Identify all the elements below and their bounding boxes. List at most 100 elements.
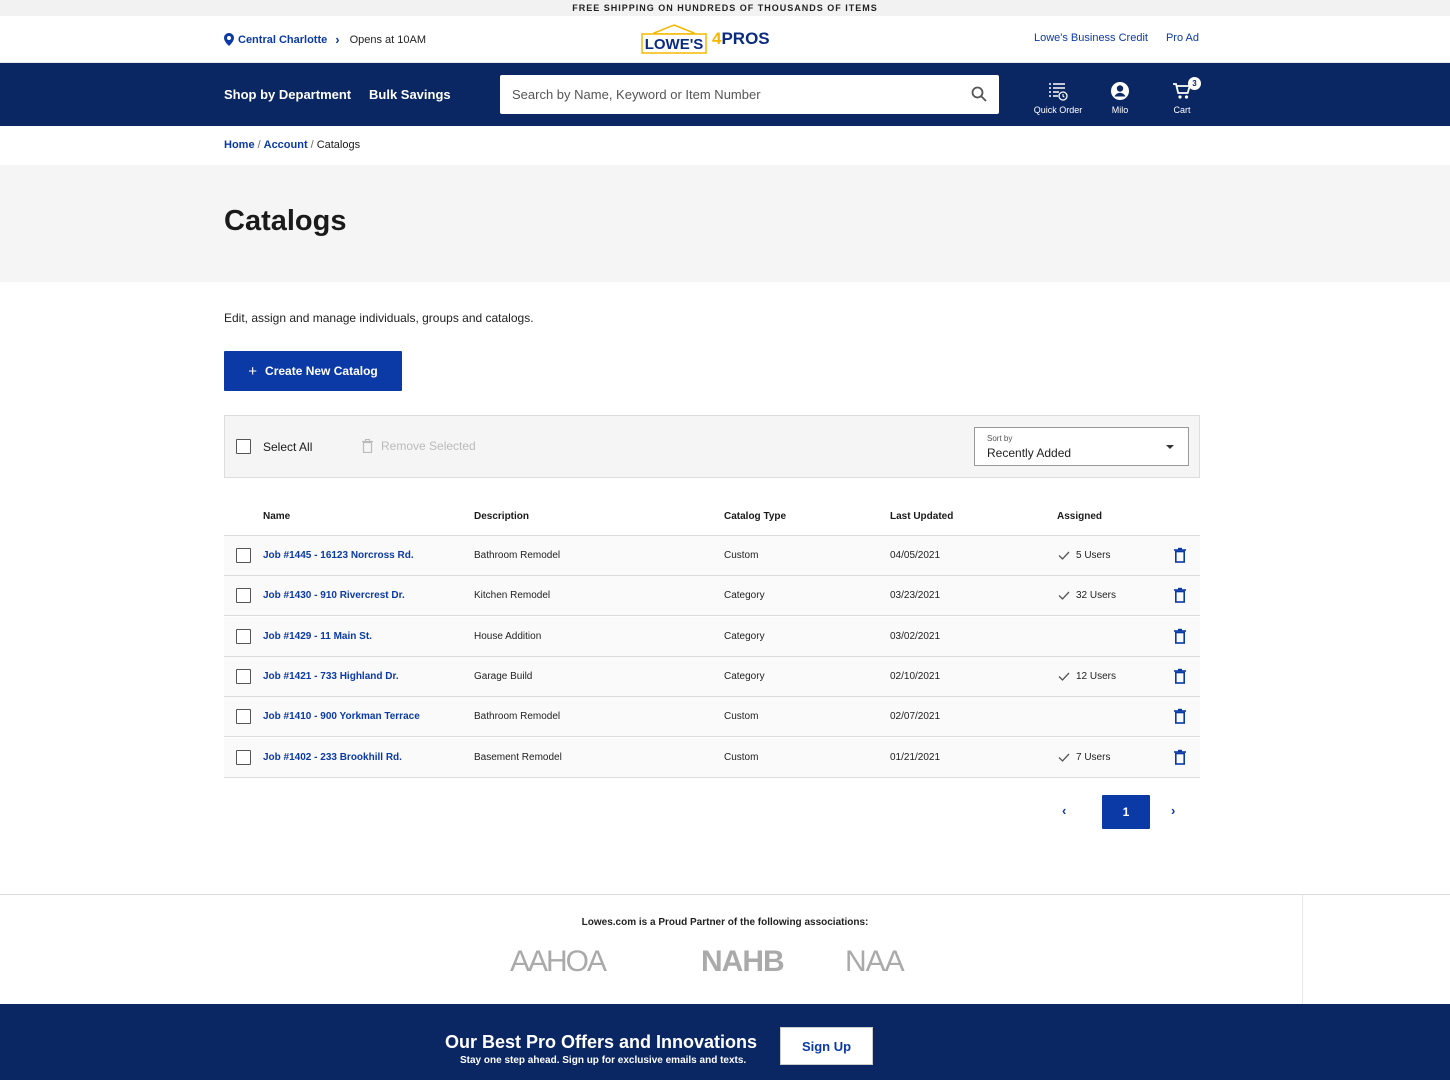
table-header: Name Description Catalog Type Last Updat… (224, 497, 1200, 536)
utility-bar: Central Charlotte › Opens at 10AM LOWE'S… (0, 16, 1450, 63)
store-name[interactable]: Central Charlotte (238, 34, 327, 46)
row-checkbox[interactable] (236, 750, 251, 765)
create-new-catalog-button[interactable]: + Create New Catalog (224, 351, 402, 391)
remove-selected-button[interactable]: Remove Selected (362, 439, 476, 453)
checkmark-icon (1058, 591, 1070, 600)
main-nav: Shop by Department Bulk Savings Quick Or… (0, 63, 1450, 126)
aahoa-logo: AAHOA (510, 945, 607, 978)
catalog-description: Bathroom Remodel (474, 550, 561, 561)
quick-order-button[interactable]: Quick Order (1028, 81, 1088, 115)
4pros-wordmark: 4PROS (712, 29, 770, 48)
search-input[interactable] (512, 87, 952, 102)
assigned-users: 7 Users (1058, 752, 1110, 763)
assigned-count: 7 Users (1076, 752, 1111, 763)
remove-selected-label: Remove Selected (381, 439, 476, 453)
breadcrumb-home[interactable]: Home (224, 139, 255, 151)
delete-trash-icon[interactable] (1174, 708, 1186, 724)
caret-down-icon (1166, 445, 1174, 449)
delete-trash-icon[interactable] (1174, 547, 1186, 563)
catalog-name-link[interactable]: Job #1430 - 910 Rivercrest Dr. (263, 590, 405, 601)
sort-dropdown[interactable]: Sort by Recently Added (974, 427, 1189, 466)
plus-icon: + (248, 362, 258, 380)
lowes-4pros-logo[interactable]: LOWE'S 4PROS (640, 24, 770, 54)
breadcrumb: Home / Account / Catalogs (224, 139, 360, 151)
last-updated: 03/23/2021 (890, 590, 941, 601)
svg-text:LOWE'S: LOWE'S (645, 36, 704, 53)
chevron-right-icon: › (335, 32, 340, 47)
table-row: Job #1421 - 733 Highland Dr. Garage Build… (224, 657, 1200, 697)
breadcrumb-account[interactable]: Account (264, 139, 308, 151)
search-bar (500, 75, 999, 114)
bulk-savings-link[interactable]: Bulk Savings (369, 87, 451, 102)
quick-order-icon (1049, 83, 1068, 101)
store-selector[interactable]: Central Charlotte › Opens at 10AM (224, 32, 426, 47)
delete-trash-icon[interactable] (1174, 587, 1186, 603)
table-row: Job #1429 - 11 Main St. House Addition Cat… (224, 617, 1200, 657)
catalog-type: Category (724, 631, 765, 642)
row-checkbox[interactable] (236, 709, 251, 724)
promo-bar: FREE SHIPPING ON HUNDREDS OF THOUSANDS O… (0, 0, 1450, 16)
search-icon[interactable] (971, 86, 987, 102)
assigned-users: 5 Users (1058, 550, 1110, 561)
checkmark-icon (1058, 551, 1070, 560)
store-hours: Opens at 10AM (349, 33, 427, 46)
catalog-description: Bathroom Remodel (474, 711, 561, 722)
account-button[interactable]: Milo (1090, 81, 1150, 115)
sort-value: Recently Added (987, 446, 1072, 460)
nahb-logo: NAHB (701, 945, 785, 978)
business-credit-link[interactable]: Lowe's Business Credit (1034, 32, 1148, 44)
catalog-type: Category (724, 671, 765, 682)
delete-trash-icon[interactable] (1174, 628, 1186, 644)
naa-logo: NAA (845, 945, 905, 978)
cart-count-badge: 3 (1188, 77, 1201, 90)
header-description[interactable]: Description (474, 511, 529, 522)
pro-ad-link[interactable]: Pro Ad (1166, 32, 1199, 44)
catalog-name-link[interactable]: Job #1402 - 233 Brookhill Rd. (263, 752, 402, 763)
table-row: Job #1430 - 910 Rivercrest Dr. Kitchen Re… (224, 576, 1200, 616)
sign-up-button[interactable]: Sign Up (780, 1027, 873, 1065)
select-all-checkbox[interactable] (236, 439, 251, 454)
location-pin-icon (224, 33, 234, 46)
row-checkbox[interactable] (236, 669, 251, 684)
page-intro: Edit, assign and manage individuals, gro… (224, 311, 534, 325)
cart-label: Cart (1173, 105, 1191, 115)
select-all-label: Select All (263, 439, 313, 454)
lowes-logo-mark: LOWE'S (640, 24, 708, 54)
cart-button[interactable]: 3 Cart (1152, 77, 1212, 115)
delete-trash-icon[interactable] (1174, 668, 1186, 684)
next-page-button[interactable]: › (1171, 803, 1175, 818)
catalog-name-link[interactable]: Job #1429 - 11 Main St. (263, 631, 372, 642)
row-checkbox[interactable] (236, 629, 251, 644)
catalog-toolbar: Select All Remove Selected Sort by Recen… (224, 415, 1200, 478)
shop-by-department-link[interactable]: Shop by Department (224, 87, 351, 102)
trash-icon (362, 439, 373, 453)
assigned-count: 12 Users (1076, 671, 1117, 682)
select-all[interactable]: Select All (236, 439, 312, 454)
page-1-button[interactable]: 1 (1102, 795, 1150, 829)
breadcrumb-separator: / (310, 139, 314, 151)
header-catalog-type[interactable]: Catalog Type (724, 511, 786, 522)
checkmark-icon (1058, 753, 1070, 762)
header-last-updated[interactable]: Last Updated (890, 511, 953, 522)
header-assigned[interactable]: Assigned (1057, 511, 1102, 522)
table-row: Job #1402 - 233 Brookhill Rd. Basement Re… (224, 738, 1200, 778)
previous-page-button[interactable]: ‹ (1062, 803, 1066, 818)
signup-title: Our Best Pro Offers and Innovations (445, 1032, 758, 1052)
delete-trash-icon[interactable] (1174, 749, 1186, 765)
partners-section: Lowes.com is a Proud Partner of the foll… (0, 894, 1450, 1005)
catalog-name-link[interactable]: Job #1410 - 900 Yorkman Terrace (263, 711, 420, 722)
catalog-description: House Addition (474, 631, 542, 642)
catalog-name-link[interactable]: Job #1421 - 733 Highland Dr. (263, 671, 399, 682)
page-header: Catalogs (0, 165, 1450, 282)
sort-label: Sort by (987, 434, 1013, 443)
lowes-house-icon: LOWE'S (641, 24, 707, 54)
table-row: Job #1410 - 900 Yorkman Terrace Bathroom … (224, 697, 1200, 737)
header-name[interactable]: Name (263, 511, 290, 522)
last-updated: 04/05/2021 (890, 550, 941, 561)
breadcrumb-separator: / (257, 139, 261, 151)
row-checkbox[interactable] (236, 588, 251, 603)
catalog-type: Custom (724, 752, 759, 763)
assigned-count: 32 Users (1076, 590, 1117, 601)
row-checkbox[interactable] (236, 548, 251, 563)
catalog-name-link[interactable]: Job #1445 - 16123 Norcross Rd. (263, 550, 414, 561)
